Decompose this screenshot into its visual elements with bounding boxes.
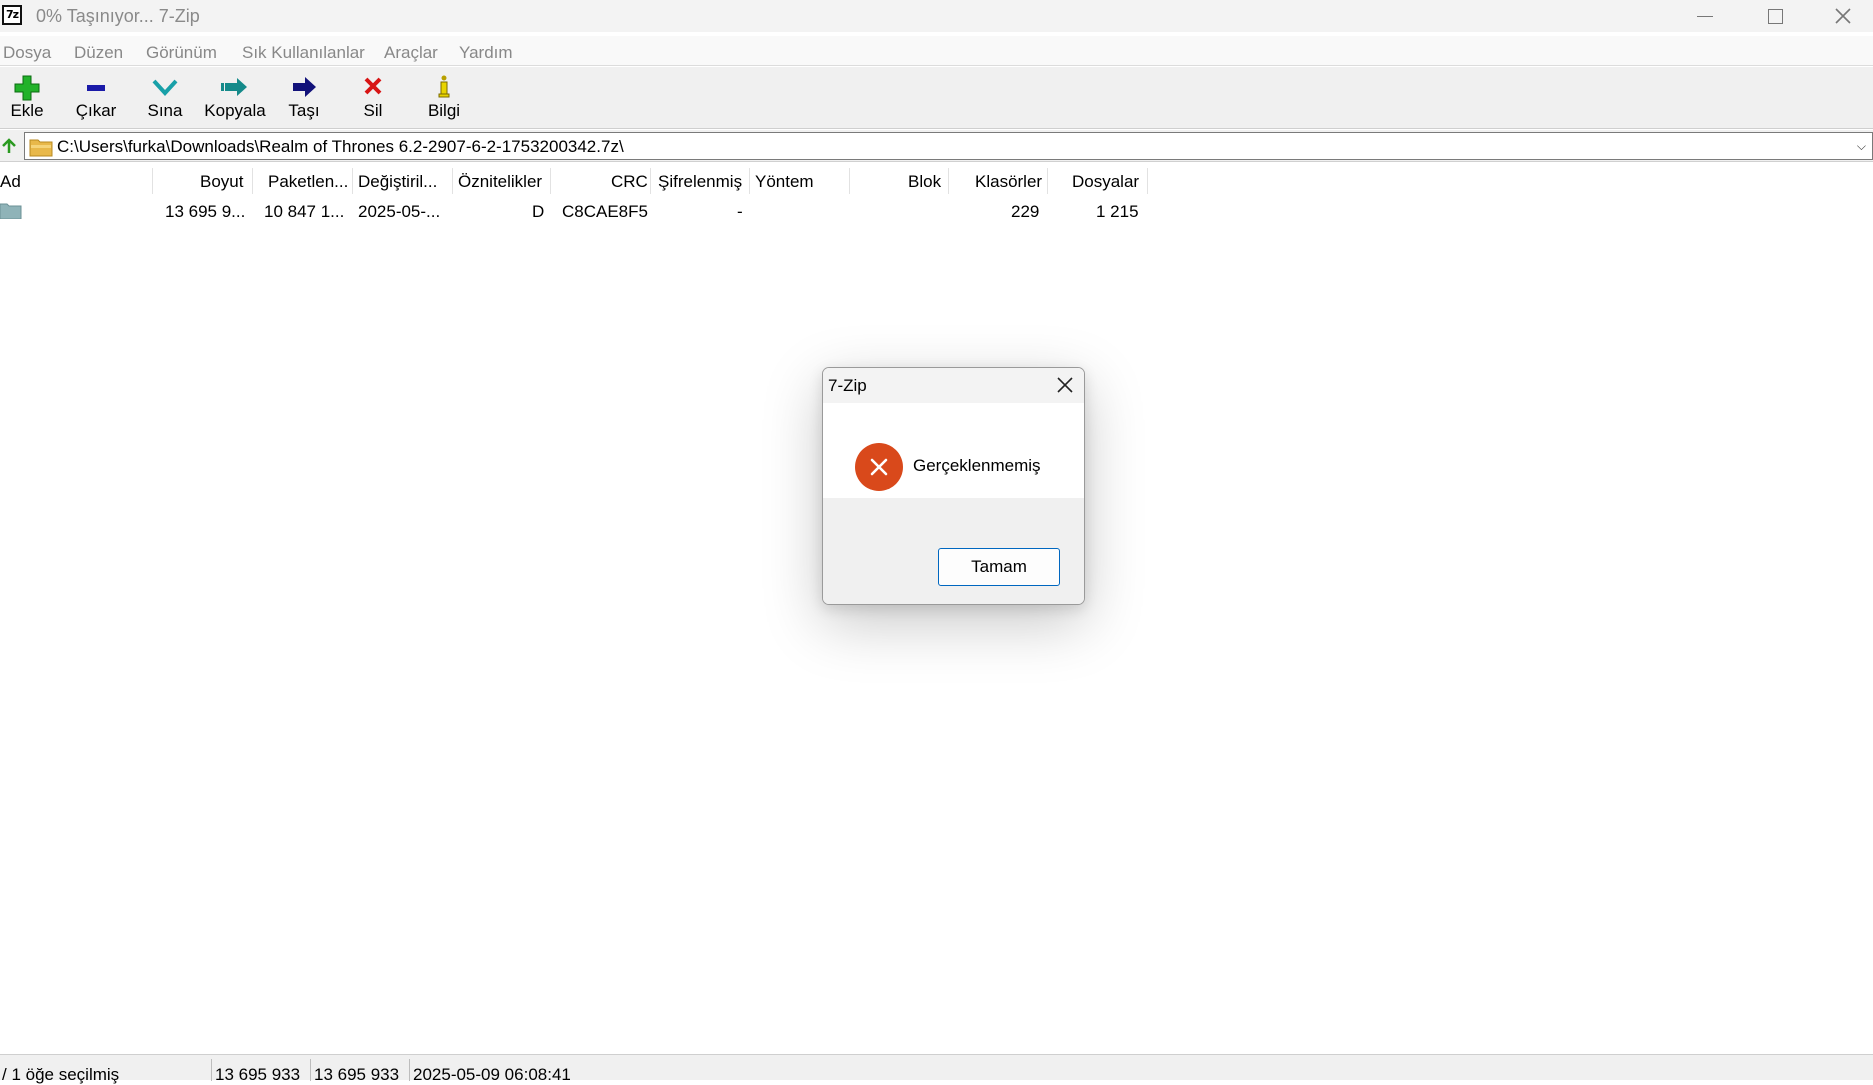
- column-block[interactable]: Blok: [908, 172, 941, 192]
- cell-packed: 10 847 1...: [264, 202, 345, 221]
- dialog-close-button[interactable]: [1054, 374, 1076, 396]
- delete-label: Sil: [363, 101, 383, 120]
- test-icon: [152, 79, 178, 96]
- test-button[interactable]: Sına: [130, 69, 200, 127]
- list-header: Ad Boyut Paketlen... Değiştiril... Öznit…: [0, 166, 1873, 196]
- cell-attributes: D: [532, 202, 545, 221]
- address-bar: C:\Users\furka\Downloads\Realm of Throne…: [0, 130, 1873, 162]
- menu-tools[interactable]: Araçlar: [384, 43, 438, 63]
- title-bar: 7z 0% Taşınıyor... 7-Zip: [0, 0, 1873, 32]
- status-divider: [211, 1059, 212, 1081]
- column-divider[interactable]: [550, 168, 551, 194]
- copy-button[interactable]: Kopyala: [200, 69, 270, 127]
- minimize-icon: [1697, 15, 1713, 17]
- dialog-title: 7-Zip: [828, 376, 867, 395]
- cell-crc: C8CAE8F5: [562, 202, 648, 221]
- window-title: 0% Taşınıyor... 7-Zip: [36, 6, 200, 26]
- cell-folders: 229: [1011, 202, 1040, 221]
- column-divider[interactable]: [749, 168, 750, 194]
- column-modified[interactable]: Değiştiril...: [358, 172, 437, 192]
- info-button[interactable]: Bilgi: [409, 69, 479, 127]
- add-button[interactable]: Ekle: [0, 69, 62, 127]
- column-encrypted[interactable]: Şifrelenmiş: [658, 172, 742, 192]
- cell-encrypted: -: [737, 202, 743, 221]
- status-size: 13 695 933: [215, 1065, 301, 1084]
- menu-view[interactable]: Görünüm: [146, 43, 217, 63]
- maximize-icon: [1767, 8, 1783, 24]
- info-icon: [438, 75, 450, 98]
- move-label: Taşı: [288, 101, 320, 120]
- extract-button[interactable]: Çıkar: [61, 69, 131, 127]
- column-crc[interactable]: CRC: [611, 172, 648, 192]
- status-packed: 13 695 933: [314, 1065, 400, 1084]
- extract-label: Çıkar: [75, 101, 117, 120]
- error-dialog: 7-Zip Gerçeklenmemiş Tamam: [822, 367, 1085, 605]
- add-icon: [14, 75, 40, 101]
- extract-icon: [87, 85, 105, 91]
- info-label: Bilgi: [427, 101, 461, 120]
- column-method[interactable]: Yöntem: [755, 172, 814, 192]
- move-icon: [293, 77, 316, 97]
- add-label: Ekle: [10, 101, 44, 120]
- copy-icon: [221, 78, 247, 96]
- column-divider[interactable]: [650, 168, 651, 194]
- menu-help[interactable]: Yardım: [459, 43, 513, 63]
- cell-files: 1 215: [1096, 202, 1139, 221]
- status-divider: [310, 1059, 311, 1081]
- column-divider[interactable]: [452, 168, 453, 194]
- path-text: C:\Users\furka\Downloads\Realm of Throne…: [57, 137, 624, 156]
- column-divider[interactable]: [849, 168, 850, 194]
- column-name[interactable]: Ad: [0, 172, 21, 192]
- column-size[interactable]: Boyut: [200, 172, 243, 192]
- chevron-down-icon[interactable]: ⌵: [1857, 139, 1866, 154]
- status-modified: 2025-05-09 06:08:41: [413, 1065, 571, 1084]
- menu-bar: Dosya Düzen Görünüm Sık Kullanılanlar Ar…: [0, 36, 1873, 66]
- error-x-icon: [870, 458, 888, 476]
- menu-favorites[interactable]: Sık Kullanılanlar: [242, 43, 365, 63]
- copy-label: Kopyala: [204, 101, 266, 120]
- delete-icon: [364, 77, 382, 95]
- app-icon: 7z: [2, 5, 22, 25]
- path-input[interactable]: C:\Users\furka\Downloads\Realm of Throne…: [24, 132, 1873, 160]
- cell-size: 13 695 9...: [165, 202, 246, 221]
- column-packed[interactable]: Paketlen...: [268, 172, 348, 192]
- status-divider: [409, 1059, 410, 1081]
- column-divider[interactable]: [948, 168, 949, 194]
- folder-icon: [29, 139, 53, 157]
- maximize-button[interactable]: [1740, 0, 1810, 32]
- folder-icon: [0, 203, 22, 219]
- close-button[interactable]: [1808, 0, 1873, 32]
- column-folders[interactable]: Klasörler: [975, 172, 1042, 192]
- dialog-message: Gerçeklenmemiş: [913, 456, 1041, 475]
- test-label: Sına: [147, 101, 183, 120]
- menu-file[interactable]: Dosya: [3, 43, 51, 63]
- up-folder-icon[interactable]: [0, 136, 20, 156]
- toolbar: Ekle Çıkar Sına Kopyala Taşı Sil Bilgi: [0, 67, 1873, 129]
- status-selection: / 1 öğe seçilmiş: [2, 1065, 120, 1084]
- column-attributes[interactable]: Öznitelikler: [458, 172, 542, 192]
- column-files[interactable]: Dosyalar: [1072, 172, 1139, 192]
- column-divider[interactable]: [152, 168, 153, 194]
- column-divider[interactable]: [1047, 168, 1048, 194]
- delete-button[interactable]: Sil: [338, 69, 408, 127]
- column-divider[interactable]: [1147, 168, 1148, 194]
- minimize-button[interactable]: [1670, 0, 1740, 32]
- table-row[interactable]: 13 695 9... 10 847 1... 2025-05-... D C8…: [0, 198, 1873, 224]
- menu-edit[interactable]: Düzen: [74, 43, 123, 63]
- ok-button[interactable]: Tamam: [938, 548, 1060, 586]
- error-icon: [855, 443, 903, 491]
- column-divider[interactable]: [252, 168, 253, 194]
- dialog-title-bar: 7-Zip: [823, 368, 1084, 403]
- column-divider[interactable]: [352, 168, 353, 194]
- cell-modified: 2025-05-...: [358, 202, 441, 221]
- close-icon: [1835, 8, 1851, 24]
- move-button[interactable]: Taşı: [269, 69, 339, 127]
- status-bar: / 1 öğe seçilmiş 13 695 933 13 695 933 2…: [0, 1054, 1873, 1084]
